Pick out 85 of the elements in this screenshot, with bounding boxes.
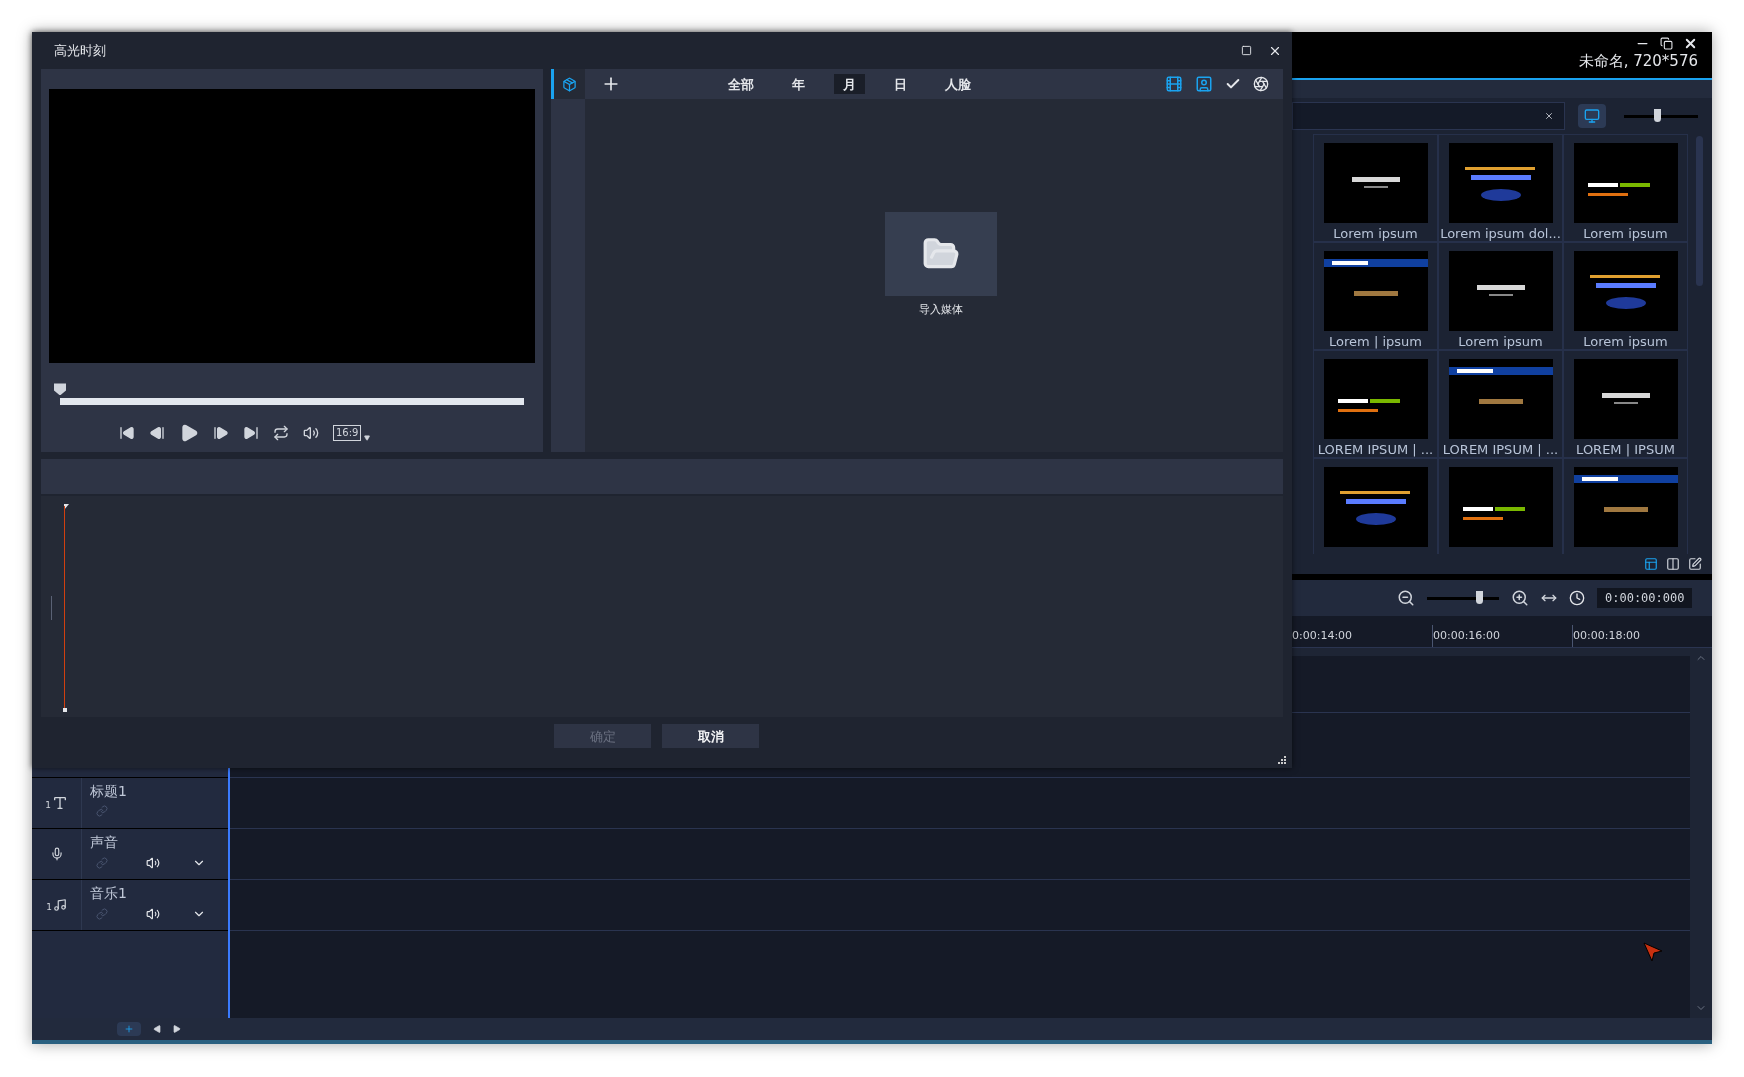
template-tile[interactable]: LOREM | IPSUM [1563,350,1688,458]
project-info: 未命名, 720*576 [1578,51,1698,71]
search-field[interactable] [1292,102,1565,130]
filter-tab[interactable]: 日 [885,74,916,95]
library-tab[interactable] [551,69,585,100]
speaker-icon[interactable] [303,425,319,442]
track-name: 标题1 [90,782,128,801]
scrollbar[interactable] [1696,136,1703,286]
template-tile[interactable]: Lorem ipsum dol... [1438,134,1563,242]
ruler-label: 0:00:14:00 [1292,628,1354,644]
template-caption: LOREM IPSUM | ... [1442,441,1559,459]
go-to-end-icon[interactable] [243,425,259,442]
add-track-button[interactable] [117,1022,141,1036]
filter-tab[interactable]: 年 [783,74,814,95]
timecode: 0:00:00:000 [1597,588,1693,608]
template-tile[interactable] [1438,458,1563,554]
aspect-ratio-button[interactable]: 16:9 [333,425,362,442]
template-caption: Lorem | ipsum [1329,333,1422,351]
previous-frame-icon[interactable] [149,425,165,442]
next-frame-icon[interactable] [213,425,229,442]
play-icon[interactable] [179,423,199,444]
right-arrow-icon[interactable] [173,1025,181,1033]
caret-icon[interactable] [364,435,371,442]
left-arrow-icon[interactable] [153,1025,161,1033]
template-caption: Lorem ipsum [1333,225,1418,243]
template-tile[interactable]: Lorem | ipsum [1313,242,1438,350]
template-caption: LOREM | IPSUM [1576,441,1675,459]
speaker-icon[interactable] [146,907,160,921]
monitor-icon [1584,108,1600,124]
track-header[interactable]: 1 标题1 [32,778,228,829]
template-tile[interactable]: LOREM IPSUM | ... [1438,350,1563,458]
panel-icon[interactable] [1644,557,1658,571]
music-note-icon [52,898,67,912]
track-header[interactable]: 1 音乐1 [32,880,228,931]
cancel-button[interactable]: 取消 [662,724,759,749]
person-icon[interactable] [1195,75,1213,94]
track-number: 1 [45,798,51,812]
zoom-in-icon[interactable] [1511,589,1529,607]
filter-tab[interactable]: 全部 [719,74,763,95]
track-header[interactable]: 声音 [32,829,228,880]
template-caption: Lorem ipsum [1583,225,1668,243]
marker-line [51,596,52,620]
zoom-out-icon[interactable] [1397,589,1415,607]
track-name: 音乐1 [90,884,128,903]
mouse-cursor-icon [1642,941,1664,963]
view-toggle-button[interactable] [1578,104,1606,128]
repeat-icon[interactable] [273,425,289,442]
import-label: 导入媒体 [919,302,963,319]
template-tile[interactable]: Lorem ipsum [1563,134,1688,242]
columns-icon[interactable] [1666,557,1680,571]
box-icon [562,76,577,92]
track-number: 1 [46,900,52,914]
ruler-label: 00:00:18:00 [1572,625,1712,647]
template-caption: Lorem ipsum [1583,333,1668,351]
template-tile[interactable]: Lorem ipsum [1313,134,1438,242]
track-name: 声音 [90,833,119,852]
import-media-button[interactable] [885,212,997,297]
clear-icon[interactable] [1544,111,1554,121]
filter-tab[interactable]: 人脸 [936,74,980,95]
text-icon [51,795,68,811]
ruler-label: 00:00:16:00 [1431,625,1572,647]
restore-icon[interactable] [1660,37,1673,50]
plus-icon [124,1024,134,1034]
size-slider[interactable] [1624,108,1698,124]
resize-grip-icon[interactable] [1278,756,1286,764]
zoom-slider[interactable] [1427,590,1499,606]
playhead[interactable] [60,504,69,712]
template-caption: LOREM IPSUM | ... [1317,441,1434,459]
template-tile[interactable]: Lorem ipsum [1563,242,1688,350]
filter-tab[interactable]: 月 [834,74,865,95]
dialog-title: 高光时刻 [54,41,106,60]
speaker-icon[interactable] [146,856,160,870]
close-icon[interactable] [1683,36,1698,51]
template-tile[interactable] [1313,458,1438,554]
maximize-icon[interactable] [1241,45,1252,57]
edit-icon[interactable] [1688,557,1702,571]
go-to-start-icon[interactable] [119,425,135,442]
template-tile[interactable]: LOREM IPSUM | ... [1313,350,1438,458]
aperture-icon[interactable] [1253,76,1269,93]
template-caption: Lorem ipsum [1458,333,1543,351]
microphone-icon [49,847,64,861]
film-icon[interactable] [1165,75,1183,94]
template-tile[interactable]: Lorem ipsum [1438,242,1563,350]
clock-icon[interactable] [1569,590,1585,606]
template-caption: Lorem ipsum dol... [1440,225,1561,243]
